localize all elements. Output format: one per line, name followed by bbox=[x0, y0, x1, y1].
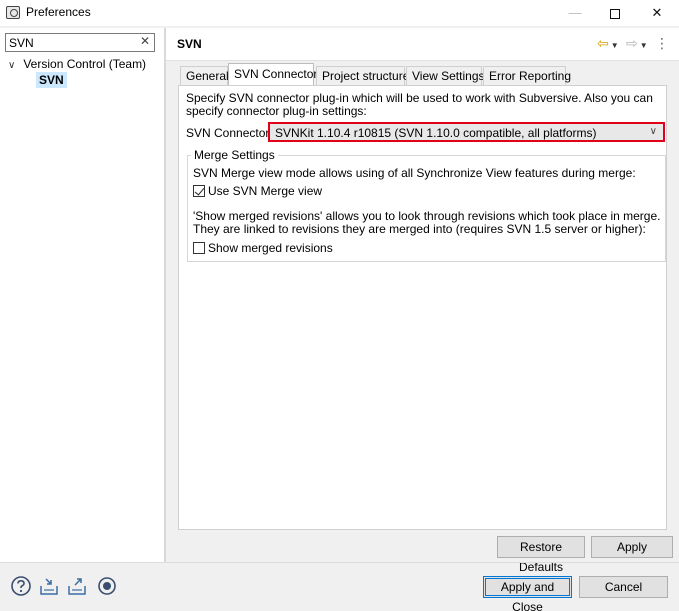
tree-item-version-control[interactable]: ∨ Version Control (Team) bbox=[8, 57, 146, 71]
tab-svn-connector[interactable]: SVN Connector bbox=[228, 63, 317, 85]
show-merged-revisions-checkbox-row[interactable]: Show merged revisions bbox=[193, 241, 333, 255]
clear-filter-icon[interactable]: ✕ bbox=[140, 34, 150, 48]
forward-arrow-icon[interactable]: ⇨ bbox=[626, 35, 638, 51]
preferences-app-icon bbox=[6, 6, 20, 19]
use-merge-view-label: Use SVN Merge view bbox=[208, 184, 323, 198]
export-icon[interactable] bbox=[66, 575, 88, 597]
window-title: Preferences bbox=[26, 5, 91, 19]
connector-label: SVN Connector: bbox=[186, 126, 273, 140]
merge-settings-title: Merge Settings bbox=[191, 148, 278, 162]
maximize-button[interactable] bbox=[593, 0, 637, 26]
bottom-divider bbox=[0, 562, 679, 563]
focus-ring bbox=[485, 578, 570, 596]
connector-description: Specify SVN connector plug-in which will… bbox=[186, 91, 653, 118]
back-dropdown-icon[interactable]: ▼ bbox=[611, 41, 619, 50]
tab-view-settings[interactable]: View Settings bbox=[406, 66, 485, 85]
help-icon[interactable] bbox=[10, 575, 32, 597]
tab-error-reporting[interactable]: Error Reporting bbox=[483, 66, 571, 85]
tree-item-svn[interactable]: SVN bbox=[36, 72, 67, 88]
svn-connector-select[interactable]: SVNKit 1.10.4 r10815 (SVN 1.10.0 compati… bbox=[268, 122, 665, 142]
back-arrow-icon[interactable]: ⇦ bbox=[597, 35, 609, 51]
page-title: SVN bbox=[177, 37, 202, 51]
close-button[interactable]: ✕ bbox=[635, 0, 679, 26]
merged-revisions-description: 'Show merged revisions' allows you to lo… bbox=[193, 209, 661, 236]
expand-arrow-icon[interactable]: ∨ bbox=[8, 60, 20, 71]
use-merge-view-checkbox[interactable] bbox=[193, 185, 205, 197]
merge-view-description: SVN Merge view mode allows using of all … bbox=[193, 166, 636, 180]
chevron-down-icon[interactable]: ∨ bbox=[650, 126, 657, 137]
cancel-button[interactable]: Cancel bbox=[579, 576, 668, 598]
minimize-button[interactable]: — bbox=[553, 0, 597, 26]
page-navigation: ⇦ ▼ ⇨ ▼ ⋮ bbox=[597, 35, 669, 52]
restore-defaults-button[interactable]: Restore Defaults bbox=[497, 536, 585, 574]
title-bar: Preferences — ✕ bbox=[0, 0, 679, 26]
show-merged-revisions-label: Show merged revisions bbox=[208, 241, 333, 255]
tab-general[interactable]: General bbox=[180, 66, 229, 85]
use-merge-view-checkbox-row[interactable]: Use SVN Merge view bbox=[193, 184, 322, 198]
tree-item-label: Version Control (Team) bbox=[23, 57, 147, 71]
filter-input[interactable] bbox=[9, 35, 129, 50]
filter-field[interactable]: ✕ bbox=[5, 33, 155, 52]
view-menu-icon[interactable]: ⋮ bbox=[655, 35, 669, 51]
apply-and-close-button[interactable]: Apply and Close bbox=[483, 576, 572, 611]
record-icon[interactable] bbox=[96, 575, 118, 597]
connector-selected-value: SVNKit 1.10.4 r10815 (SVN 1.10.0 compati… bbox=[275, 126, 597, 140]
import-icon[interactable] bbox=[38, 575, 60, 597]
tab-project-structure[interactable]: Project structure bbox=[316, 66, 409, 85]
page-header: SVN ⇦ ▼ ⇨ ▼ ⋮ bbox=[166, 28, 679, 60]
maximize-icon bbox=[610, 8, 620, 19]
show-merged-revisions-checkbox[interactable] bbox=[193, 242, 205, 254]
forward-dropdown-icon[interactable]: ▼ bbox=[640, 41, 648, 50]
preferences-tree-pane bbox=[0, 28, 164, 562]
header-divider bbox=[166, 60, 679, 61]
apply-button[interactable]: Apply bbox=[591, 536, 673, 558]
